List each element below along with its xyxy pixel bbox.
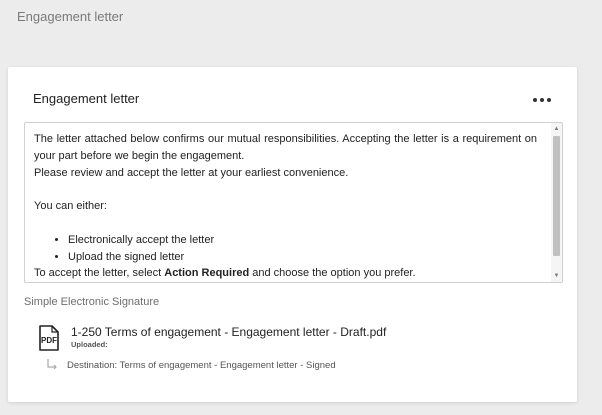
action-required-text: Action Required: [164, 267, 250, 280]
letter-text-area[interactable]: The letter attached below confirms our m…: [24, 122, 563, 283]
more-options-button[interactable]: [533, 93, 551, 107]
pdf-icon-label: PDF: [41, 336, 57, 345]
attached-file[interactable]: PDF 1-250 Terms of engagement - Engageme…: [38, 325, 538, 355]
letter-paragraph: You can either:: [34, 200, 107, 213]
file-name-link[interactable]: 1-250 Terms of engagement - Engagement l…: [71, 325, 386, 339]
instruction-prefix: To accept the letter, select: [34, 267, 165, 280]
section-label: Simple Electronic Signature: [24, 296, 160, 308]
engagement-letter-card: Engagement letter The letter attached be…: [8, 67, 577, 402]
card-header: Engagement letter: [33, 91, 551, 109]
card-title: Engagement letter: [33, 91, 140, 106]
destination-row: Destination: Terms of engagement - Engag…: [45, 358, 545, 374]
letter-paragraph: The letter attached below confirms our m…: [34, 133, 537, 162]
destination-text: Destination: Terms of engagement - Engag…: [67, 360, 336, 371]
return-arrow-icon: [47, 359, 57, 370]
scroll-up-arrow-icon[interactable]: ▲: [551, 123, 562, 135]
letter-content: The letter attached below confirms our m…: [34, 131, 537, 282]
letter-paragraph: Please review and accept the letter at y…: [34, 166, 349, 179]
more-horizontal-icon: [533, 98, 537, 102]
more-dot: [547, 98, 551, 102]
pdf-file-icon: PDF: [39, 325, 59, 351]
page-title: Engagement letter: [17, 9, 124, 24]
instruction-suffix: and choose the option you prefer.: [249, 267, 416, 280]
vertical-scrollbar[interactable]: ▲ ▼: [551, 123, 562, 282]
list-item: Electronically accept the letter: [68, 232, 537, 249]
list-item: Upload the signed letter: [68, 249, 537, 266]
file-upload-meta: Uploaded:: [71, 340, 108, 349]
scroll-thumb[interactable]: [553, 136, 560, 256]
options-list: Electronically accept the letter Upload …: [34, 232, 537, 266]
scroll-down-arrow-icon[interactable]: ▼: [551, 270, 562, 282]
more-dot: [540, 98, 544, 102]
letter-instruction: To accept the letter, select Action Requ…: [34, 265, 537, 282]
